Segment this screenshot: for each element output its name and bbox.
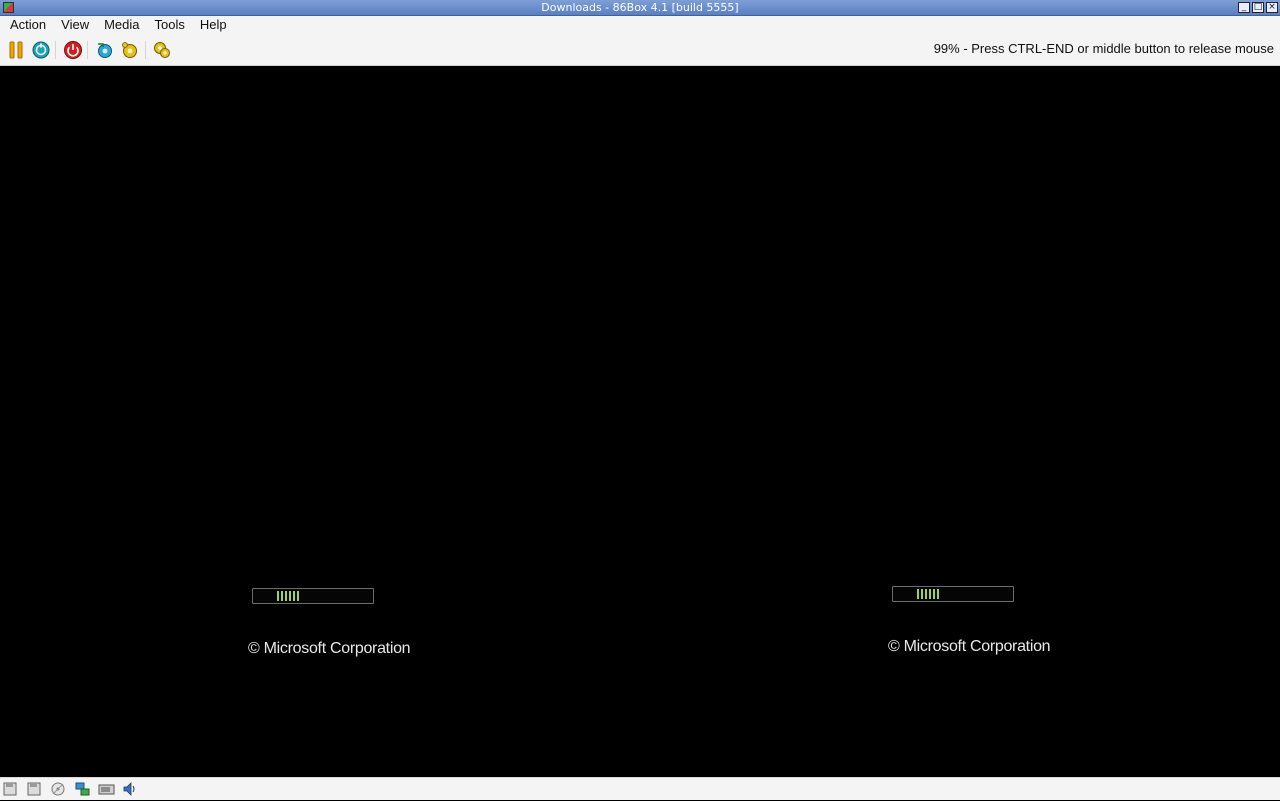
menu-bar: Action View Media Tools Help <box>0 16 1280 34</box>
boot-progress-bar <box>892 586 1014 602</box>
floppy-drive-2-icon[interactable] <box>26 781 43 797</box>
toolbar: 99% - Press CTRL-END or middle button to… <box>0 34 1280 66</box>
window-controls: _ □ × <box>1238 2 1278 13</box>
hard-disk-icon[interactable] <box>98 781 115 797</box>
hard-reset-button[interactable] <box>95 40 115 60</box>
title-bar[interactable]: Downloads - 86Box 4.1 [build 5555] _ □ × <box>0 0 1280 16</box>
status-bar <box>0 777 1280 800</box>
power-button[interactable] <box>63 40 83 60</box>
boot-progress-bar <box>252 588 374 604</box>
settings-icon <box>122 42 137 58</box>
pause-icon <box>9 41 23 59</box>
emulator-screen[interactable]: © Microsoft Corporation © Microsoft Corp… <box>0 66 1280 777</box>
hard-reset-icon <box>98 43 112 58</box>
menu-media[interactable]: Media <box>99 16 144 34</box>
ctrl-alt-del-button[interactable] <box>31 40 51 60</box>
boot-panel-left: © Microsoft Corporation <box>248 588 411 678</box>
floppy-drive-1-icon[interactable] <box>2 781 19 797</box>
menu-action[interactable]: Action <box>5 16 51 34</box>
power-icon <box>64 41 82 59</box>
boot-panel-right: © Microsoft Corporation <box>888 586 1051 676</box>
machine-settings-button[interactable] <box>152 40 172 60</box>
machine-settings-icon <box>154 42 170 58</box>
ctrl-alt-del-icon <box>32 41 50 59</box>
menu-view[interactable]: View <box>56 16 94 34</box>
boot-progress-blocks <box>277 591 301 601</box>
network-icon[interactable] <box>74 781 91 797</box>
boot-progress-blocks <box>917 589 941 599</box>
minimize-icon[interactable]: _ <box>1238 2 1250 13</box>
copyright-text: © Microsoft Corporation <box>888 638 1051 655</box>
menu-help[interactable]: Help <box>195 16 232 34</box>
copyright-text: © Microsoft Corporation <box>248 640 411 657</box>
menu-tools[interactable]: Tools <box>150 16 190 34</box>
mouse-capture-status: 99% - Press CTRL-END or middle button to… <box>933 41 1274 56</box>
emulator-window: Downloads - 86Box 4.1 [build 5555] _ □ ×… <box>0 0 1280 800</box>
cdrom-drive-icon[interactable] <box>50 781 67 797</box>
close-icon[interactable]: × <box>1266 2 1278 13</box>
sound-icon[interactable] <box>122 781 139 797</box>
pause-button[interactable] <box>6 40 26 60</box>
maximize-icon[interactable]: □ <box>1252 2 1264 13</box>
settings-button[interactable] <box>120 40 140 60</box>
window-title: Downloads - 86Box 4.1 [build 5555] <box>541 1 739 14</box>
